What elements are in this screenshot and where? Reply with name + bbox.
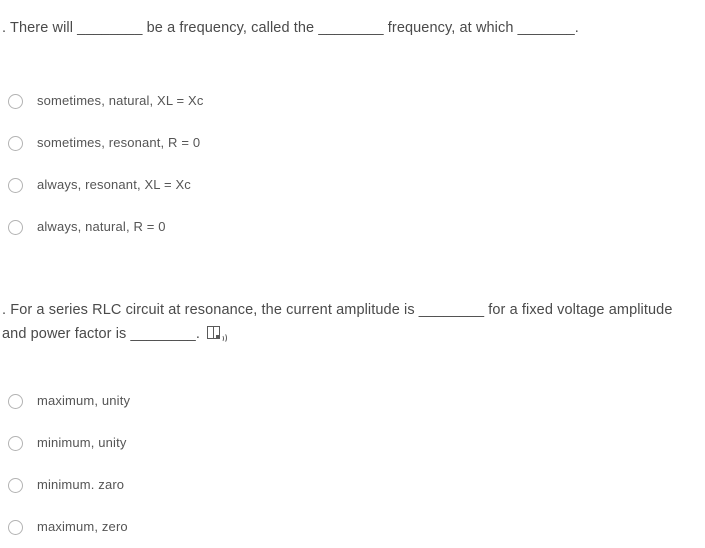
read-aloud-icon xyxy=(206,325,228,344)
option-row[interactable]: always, natural, R = 0 xyxy=(0,206,705,248)
question-block-2: . For a series RLC circuit at resonance,… xyxy=(0,298,705,349)
option-row[interactable]: maximum, zero xyxy=(0,506,705,548)
option-row[interactable]: always, resonant, XL = Xc xyxy=(0,164,705,206)
option-label: maximum, unity xyxy=(37,393,131,408)
option-list-2: maximum, unity minimum, unity minimum. z… xyxy=(0,380,705,548)
quiz-page: . There will ________ be a frequency, ca… xyxy=(0,0,705,539)
option-row[interactable]: minimum, unity xyxy=(0,422,705,464)
option-label: always, resonant, XL = Xc xyxy=(37,177,191,192)
radio-button-icon[interactable] xyxy=(8,477,23,493)
question-text-2: . For a series RLC circuit at resonance,… xyxy=(0,298,705,349)
option-label: minimum, unity xyxy=(37,435,127,450)
option-list-1: sometimes, natural, XL = Xc sometimes, r… xyxy=(0,80,705,248)
radio-button-icon[interactable] xyxy=(8,519,23,535)
option-row[interactable]: maximum, unity xyxy=(0,380,705,422)
option-label: always, natural, R = 0 xyxy=(37,219,166,234)
radio-button-icon[interactable] xyxy=(8,135,23,151)
option-row[interactable]: sometimes, natural, XL = Xc xyxy=(0,80,705,122)
radio-button-icon[interactable] xyxy=(8,219,23,235)
radio-button-icon[interactable] xyxy=(8,93,23,109)
option-label: sometimes, natural, XL = Xc xyxy=(37,93,204,108)
question-text-2-body: . For a series RLC circuit at resonance,… xyxy=(2,302,677,342)
question-block-1: . There will ________ be a frequency, ca… xyxy=(0,16,705,40)
option-label: maximum, zero xyxy=(37,519,128,534)
option-label: minimum. zaro xyxy=(37,477,125,492)
radio-button-icon[interactable] xyxy=(8,177,23,193)
option-row[interactable]: sometimes, resonant, R = 0 xyxy=(0,122,705,164)
radio-button-icon[interactable] xyxy=(8,435,23,451)
radio-button-icon[interactable] xyxy=(8,393,23,409)
read-aloud-button[interactable] xyxy=(206,325,228,349)
question-text-1: . There will ________ be a frequency, ca… xyxy=(2,20,579,36)
option-label: sometimes, resonant, R = 0 xyxy=(37,135,201,150)
option-row[interactable]: minimum. zaro xyxy=(0,464,705,506)
